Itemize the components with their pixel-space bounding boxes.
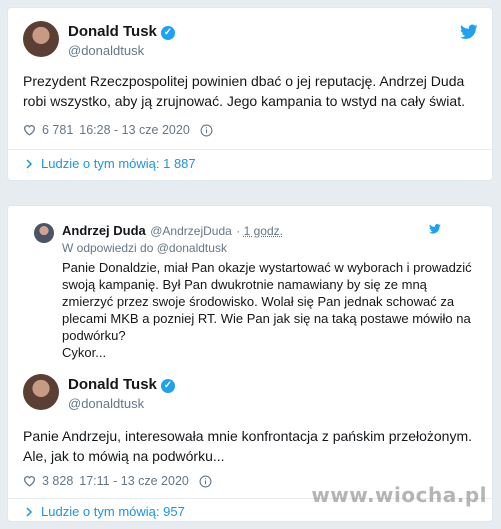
quoted-line: podwórku? <box>62 328 126 343</box>
author-name[interactable]: Donald Tusk ✓ <box>68 376 175 393</box>
twitter-bird-icon[interactable] <box>460 24 478 40</box>
people-talking-link[interactable]: Ludzie o tym mówią: 957 <box>23 504 185 519</box>
quoted-avatar[interactable] <box>34 223 54 243</box>
quoted-line: Cykor... <box>62 345 107 360</box>
reply-to[interactable]: W odpowiedzi do @donaldtusk <box>62 241 227 255</box>
chevron-right-icon <box>26 506 33 517</box>
heart-icon[interactable] <box>23 475 36 487</box>
avatar[interactable] <box>23 374 59 410</box>
quoted-header: Andrzej Duda @AndrzejDuda · 1 godz. <box>62 222 441 240</box>
tweet-card: Donald Tusk ✓ @donaldtusk Prezydent Rzecz… <box>7 7 493 181</box>
people-talking-label: Ludzie o tym mówią: 957 <box>41 504 185 519</box>
info-icon[interactable] <box>200 124 213 137</box>
quoted-author-name[interactable]: Andrzej Duda <box>62 223 146 238</box>
heart-icon[interactable] <box>23 124 36 136</box>
quoted-line: swoją kampanię. Był Pan dwukrotnie namaw… <box>62 277 427 292</box>
verified-badge-icon: ✓ <box>160 379 175 393</box>
tweet-time[interactable]: 17:11 - 13 cze 2020 <box>79 474 189 488</box>
quoted-line: Panie Donaldzie, miał Pan okazje wystart… <box>62 260 472 275</box>
tweet-time[interactable]: 16:28 - 13 cze 2020 <box>79 123 190 137</box>
quoted-line: zmierzyć przez swoje środowisko. Wolał s… <box>62 294 455 309</box>
author-name[interactable]: Donald Tusk ✓ <box>68 23 175 40</box>
twitter-bird-icon[interactable] <box>429 224 441 234</box>
tweet-text: Panie Andrzeju, interesowała mnie konfro… <box>23 428 473 464</box>
people-talking-link[interactable]: Ludzie o tym mówią: 1 887 <box>23 156 196 171</box>
tweet-meta: 6 781 16:28 - 13 cze 2020 <box>23 123 213 137</box>
watermark: www.wiocha.pl <box>311 483 487 507</box>
people-talking-label: Ludzie o tym mówią: 1 887 <box>41 156 196 171</box>
like-count[interactable]: 3 828 <box>42 474 73 488</box>
quoted-time[interactable]: 1 godz. <box>244 224 283 238</box>
info-icon[interactable] <box>199 475 212 488</box>
author-handle[interactable]: @donaldtusk <box>68 396 144 411</box>
tweet-card-with-reply: Andrzej Duda @AndrzejDuda · 1 godz. W od… <box>7 205 493 522</box>
author-handle[interactable]: @donaldtusk <box>68 43 144 58</box>
quoted-text: Panie Donaldzie, miał Pan okazje wystart… <box>62 259 487 361</box>
quoted-author-handle[interactable]: @AndrzejDuda <box>150 224 232 238</box>
quoted-line: plecami MKB a pozniej RT. Wie Pan jak si… <box>62 311 471 326</box>
author-name-text: Donald Tusk <box>68 376 157 393</box>
tweet-meta: 3 828 17:11 - 13 cze 2020 <box>23 474 212 488</box>
tweet-text: Prezydent Rzeczpospolitej powinien dbać … <box>23 73 465 109</box>
verified-badge-icon: ✓ <box>160 26 175 40</box>
like-count[interactable]: 6 781 <box>42 123 73 137</box>
avatar[interactable] <box>23 21 59 57</box>
author-name-text: Donald Tusk <box>68 23 157 40</box>
divider <box>8 149 492 150</box>
chevron-right-icon <box>26 158 33 169</box>
